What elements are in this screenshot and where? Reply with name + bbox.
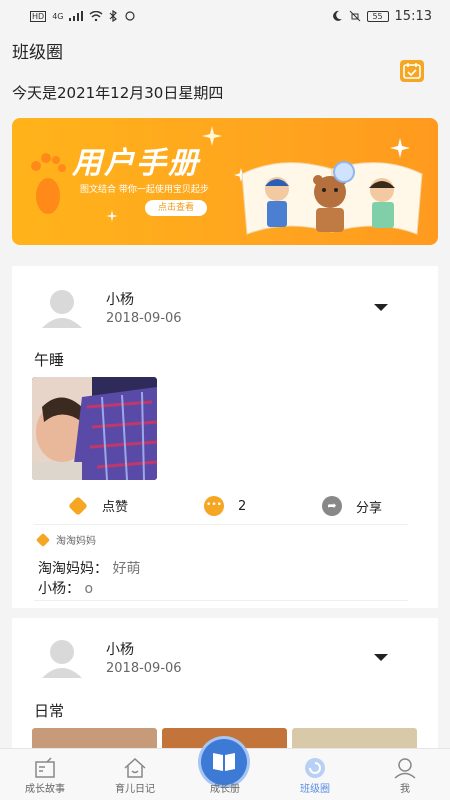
battery-icon: 55 <box>366 10 389 22</box>
chevron-down-icon[interactable] <box>374 654 388 661</box>
bottom-tab-bar: 成长故事 育儿日记 成长册 班级圈 我 <box>0 739 450 800</box>
wifi-icon <box>90 11 103 21</box>
comment-text: o <box>84 581 94 597</box>
tab-parenting-diary[interactable]: 育儿日记 <box>95 749 175 800</box>
share-label: 分享 <box>356 500 383 516</box>
clock: 15:13 <box>394 8 432 24</box>
post-card: 小杨 2018-09-06 日常 <box>12 618 438 758</box>
sparkle-icon <box>202 126 222 146</box>
post-author[interactable]: 小杨 <box>106 639 134 659</box>
avatar[interactable] <box>38 284 86 332</box>
divider <box>34 600 408 601</box>
tab-label: 成长册 <box>210 784 240 795</box>
tab-label: 成长故事 <box>25 784 65 795</box>
share-icon: ➦ <box>322 496 342 516</box>
huawei-icon <box>125 11 136 21</box>
house-icon <box>124 757 146 778</box>
comment-count: 2 <box>238 498 247 514</box>
post-card: 小杨 2018-09-06 午睡 点赞 ••• 2 ➦ 分享 淘淘妈妈 淘淘妈妈… <box>12 266 438 608</box>
tab-growth-album[interactable]: 成长册 <box>185 739 265 800</box>
moon-icon <box>332 10 342 21</box>
circle-icon <box>305 758 325 778</box>
liked-by: 淘淘妈妈 <box>35 532 96 547</box>
banner-subtitle: 图文结合 带你一起使用宝贝起步 <box>80 185 209 195</box>
post-title: 午睡 <box>34 351 65 369</box>
like-icon <box>68 495 88 516</box>
share-button[interactable]: ➦ 分享 <box>322 496 382 516</box>
comment-icon: ••• <box>204 496 224 516</box>
profile-icon <box>394 758 416 779</box>
comment-text: 好萌 <box>112 561 141 577</box>
hd-indicator: HD <box>30 10 47 22</box>
tab-class-circle[interactable]: 班级圈 <box>275 749 355 800</box>
book-icon <box>213 753 235 771</box>
network-indicator: 4G <box>52 11 64 21</box>
post-date: 2018-09-06 <box>106 311 182 326</box>
comment-button[interactable]: ••• 2 <box>204 496 246 516</box>
mute-icon <box>349 10 360 22</box>
divider <box>34 524 408 525</box>
tab-label: 我 <box>400 784 410 795</box>
comment-item: 淘淘妈妈： 好萌 <box>38 558 140 578</box>
post-author[interactable]: 小杨 <box>106 289 134 309</box>
comment-item: 小杨： o <box>38 578 93 598</box>
tab-label: 育儿日记 <box>115 784 155 795</box>
tab-me[interactable]: 我 <box>365 749 445 800</box>
story-icon <box>35 757 55 778</box>
growth-album-button[interactable] <box>201 739 247 785</box>
like-label: 点赞 <box>102 500 129 515</box>
today-date: 今天是2021年12月30日星期四 <box>12 84 224 102</box>
chevron-down-icon[interactable] <box>374 304 388 311</box>
post-photo[interactable] <box>32 377 157 480</box>
banner-title: 用户手册 <box>72 146 200 181</box>
calendar-check-icon[interactable] <box>400 60 424 82</box>
page-title: 班级圈 <box>12 43 63 63</box>
footprint-icon <box>31 153 66 214</box>
book-children-illustration <box>241 161 423 235</box>
sparkle-icon <box>106 210 118 222</box>
tab-label: 班级圈 <box>300 784 330 795</box>
signal-icon <box>69 11 84 21</box>
tab-growth-story[interactable]: 成长故事 <box>5 749 85 800</box>
status-bar: HD 4G 55 15:13 <box>0 0 450 32</box>
bluetooth-icon <box>110 10 118 22</box>
like-icon <box>35 532 51 547</box>
comment-author[interactable]: 小杨： <box>38 581 80 597</box>
avatar[interactable] <box>38 634 86 682</box>
status-right: 55 15:13 <box>331 9 432 24</box>
status-left: HD 4G <box>30 10 137 22</box>
post-date: 2018-09-06 <box>106 661 182 676</box>
post-title: 日常 <box>34 702 65 720</box>
user-manual-banner[interactable]: 用户手册 图文结合 带你一起使用宝贝起步 点击查看 <box>12 118 438 245</box>
comment-author[interactable]: 淘淘妈妈： <box>38 561 108 577</box>
banner-view-button[interactable]: 点击查看 <box>145 200 207 216</box>
like-button[interactable]: 点赞 <box>68 495 129 516</box>
liked-by-name[interactable]: 淘淘妈妈 <box>56 532 96 547</box>
